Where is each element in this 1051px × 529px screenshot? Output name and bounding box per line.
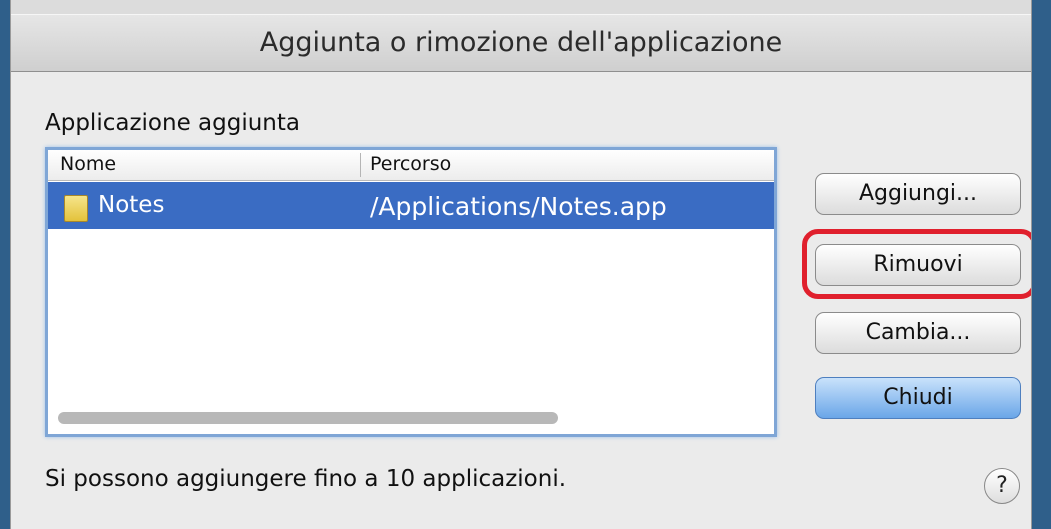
section-label: Applicazione aggiunta xyxy=(45,110,300,136)
dialog-window: Aggiunta o rimozione dell'applicazione A… xyxy=(10,0,1032,529)
help-button[interactable]: ? xyxy=(984,468,1020,504)
notes-app-icon xyxy=(64,195,88,222)
window-top-edge xyxy=(11,0,1031,14)
row-app-name: Notes xyxy=(98,192,165,218)
column-separator xyxy=(360,153,361,177)
close-button[interactable]: Chiudi xyxy=(815,377,1021,419)
column-header-path[interactable]: Percorso xyxy=(370,153,451,175)
column-header-name[interactable]: Nome xyxy=(60,153,116,175)
highlight-ring xyxy=(802,229,1031,299)
change-button[interactable]: Cambia... xyxy=(815,312,1021,354)
window-title: Aggiunta o rimozione dell'applicazione xyxy=(11,14,1031,72)
limit-note: Si possono aggiungere fino a 10 applicaz… xyxy=(45,466,567,492)
application-list[interactable]: Nome Percorso Notes /Applications/Notes.… xyxy=(45,147,777,437)
horizontal-scrollbar[interactable] xyxy=(58,412,558,424)
row-app-path: /Applications/Notes.app xyxy=(370,192,667,221)
add-button[interactable]: Aggiungi... xyxy=(815,173,1021,215)
table-row[interactable]: Notes /Applications/Notes.app xyxy=(48,182,774,229)
list-header: Nome Percorso xyxy=(48,150,774,181)
